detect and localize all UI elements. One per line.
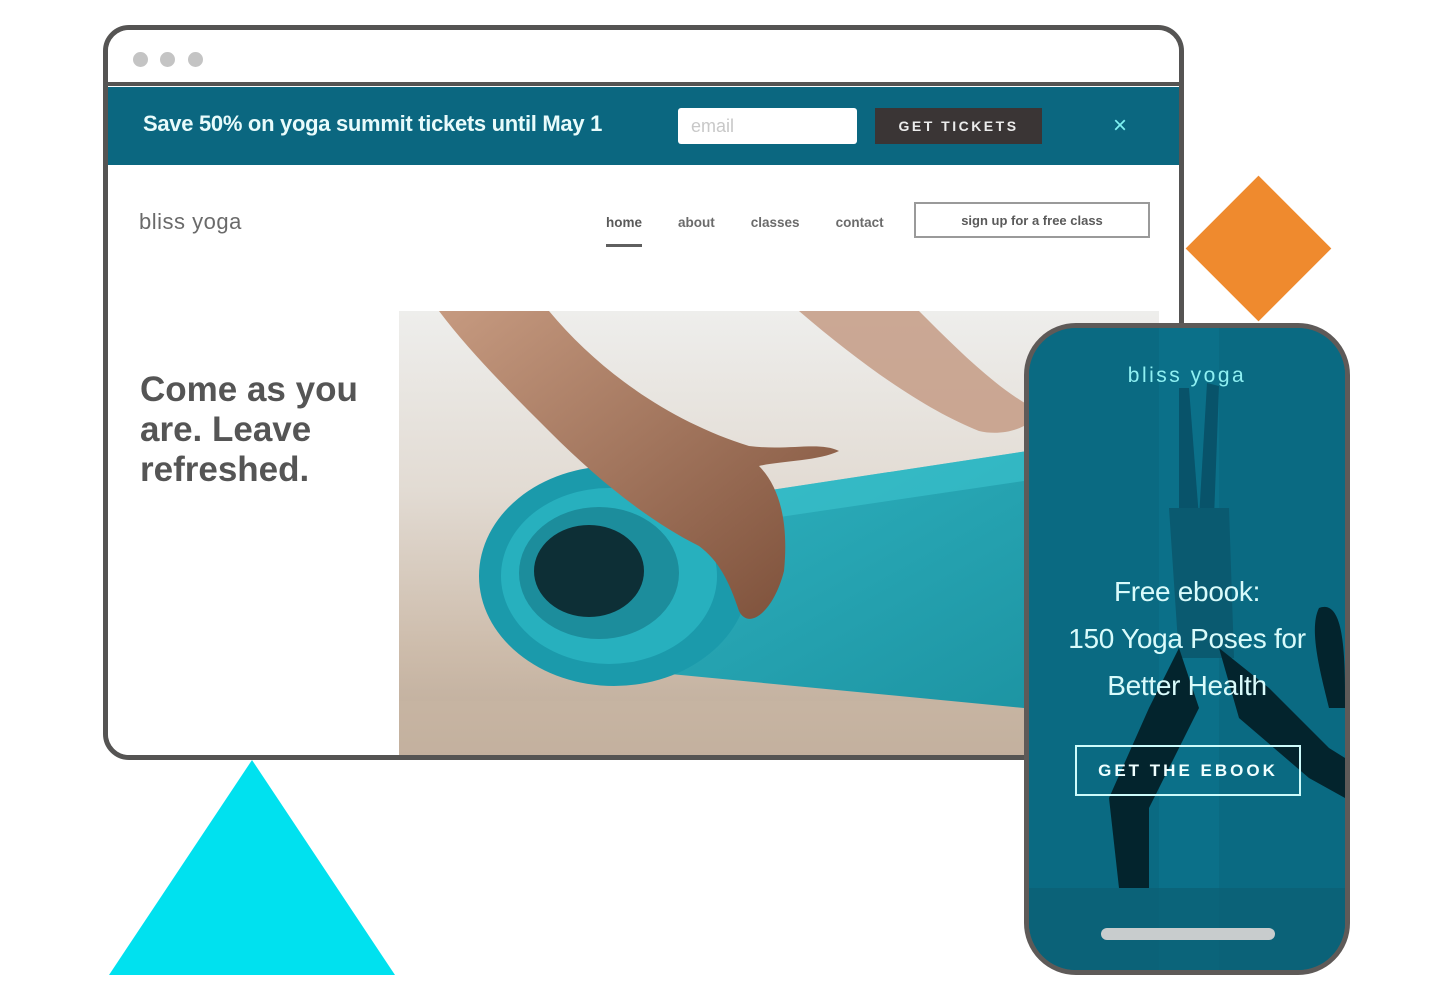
main-nav: home about classes contact [606, 215, 884, 247]
site-logo[interactable]: bliss yoga [139, 209, 242, 235]
window-close-dot[interactable] [133, 52, 148, 67]
phone-heading: Free ebook: 150 Yoga Poses for Better He… [1029, 568, 1345, 709]
nav-item-about[interactable]: about [678, 215, 715, 230]
decorative-triangle [109, 760, 395, 975]
home-indicator[interactable] [1101, 928, 1275, 940]
get-tickets-button[interactable]: GET TICKETS [875, 108, 1042, 144]
promo-message: Save 50% on yoga summit tickets until Ma… [143, 111, 603, 136]
promo-bar: Save 50% on yoga summit tickets until Ma… [108, 87, 1179, 165]
website-content: bliss yoga home about classes contact si… [108, 165, 1179, 755]
get-ebook-button[interactable]: GET THE EBOOK [1075, 745, 1301, 796]
phone-heading-line: 150 Yoga Poses for [1068, 623, 1306, 654]
window-maximize-dot[interactable] [188, 52, 203, 67]
phone-heading-line: Free ebook: [1113, 576, 1261, 607]
nav-item-home[interactable]: home [606, 215, 643, 247]
window-minimize-dot[interactable] [160, 52, 175, 67]
email-input[interactable] [678, 108, 857, 144]
browser-window: Save 50% on yoga summit tickets until Ma… [103, 25, 1184, 760]
browser-chrome-bar [108, 30, 1179, 86]
nav-item-contact[interactable]: contact [836, 215, 884, 230]
hero-heading: Come as you are. Leave refreshed. [140, 370, 358, 489]
close-icon[interactable]: × [1108, 113, 1132, 139]
phone-mockup: bliss yoga Free ebook: 150 Yoga Poses fo… [1024, 323, 1350, 975]
phone-heading-line: Better Health [1107, 670, 1267, 701]
decorative-diamond [1185, 175, 1332, 322]
nav-item-classes[interactable]: classes [751, 215, 800, 230]
phone-logo: bliss yoga [1127, 364, 1247, 387]
signup-free-class-button[interactable]: sign up for a free class [914, 202, 1150, 238]
